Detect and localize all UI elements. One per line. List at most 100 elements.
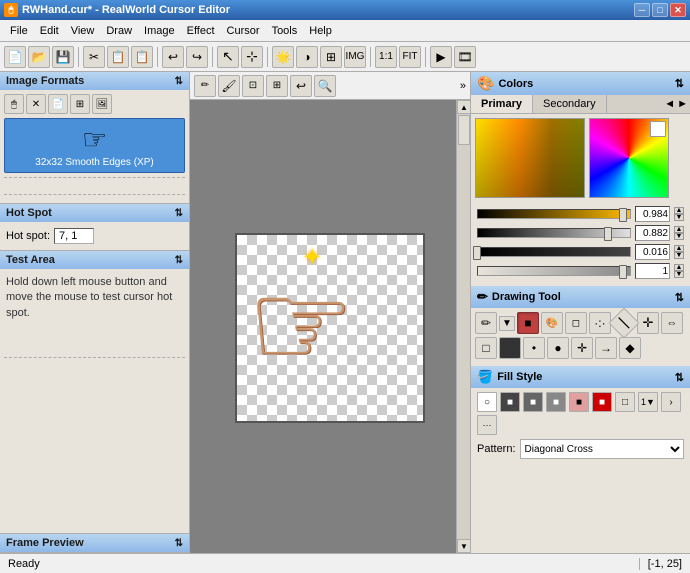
secondary-color-picker[interactable] <box>589 118 669 198</box>
scroll-up-button[interactable]: ▲ <box>457 100 470 114</box>
format-btn-3[interactable]: 📄 <box>48 94 68 114</box>
spray-tool[interactable]: ·:· <box>589 312 611 334</box>
effects-btn2[interactable]: ◑ <box>296 46 318 68</box>
primary-tab[interactable]: Primary <box>471 95 533 113</box>
draw-tool-2[interactable]: 🖌 <box>218 75 240 97</box>
toolbar-expand[interactable]: » <box>460 80 466 92</box>
green-slider-spin[interactable]: ▲ ▼ <box>674 226 684 240</box>
select-icon[interactable]: ⊹ <box>241 46 263 68</box>
alpha-slider-track[interactable] <box>477 266 631 276</box>
line-tool[interactable]: | <box>608 307 639 338</box>
fill-gray1[interactable]: ■ <box>500 392 520 412</box>
window-controls[interactable]: ─ □ ✕ <box>634 3 686 17</box>
menu-effect[interactable]: Effect <box>181 23 221 39</box>
new-button[interactable]: 📄 <box>4 46 26 68</box>
blue-slider-value[interactable]: 0.016 <box>635 244 670 260</box>
fill-style-collapse[interactable]: ⇅ <box>675 371 684 384</box>
menu-image[interactable]: Image <box>138 23 181 39</box>
red-slider-thumb[interactable] <box>619 208 627 222</box>
red-spin-down[interactable]: ▼ <box>674 214 684 221</box>
green-slider-thumb[interactable] <box>604 227 612 241</box>
alpha-slider-thumb[interactable] <box>619 265 627 279</box>
save-button[interactable]: 💾 <box>52 46 74 68</box>
color-pick-tool[interactable]: 🎨 <box>541 312 563 334</box>
menu-draw[interactable]: Draw <box>100 23 138 39</box>
draw-tool-5[interactable]: ↩ <box>290 75 312 97</box>
minimize-button[interactable]: ─ <box>634 3 650 17</box>
hot-spot-value[interactable]: 7, 1 <box>54 228 94 244</box>
circle-tool[interactable]: ● <box>547 337 569 359</box>
zoom-fit[interactable]: FIT <box>399 46 421 68</box>
eraser-tool[interactable]: ◻ <box>565 312 587 334</box>
arrow-tool[interactable]: → <box>595 337 617 359</box>
green-spin-up[interactable]: ▲ <box>674 226 684 233</box>
green-slider-value[interactable]: 0.882 <box>635 225 670 241</box>
green-spin-down[interactable]: ▼ <box>674 233 684 240</box>
format-btn-4[interactable]: ⊞ <box>70 94 90 114</box>
blue-slider-track[interactable] <box>477 247 631 257</box>
secondary-tab[interactable]: Secondary <box>533 95 607 113</box>
shape-tool[interactable]: ◆ <box>619 337 641 359</box>
canvas-scrollbar[interactable]: ▲ ▼ <box>456 100 470 553</box>
anim-btn[interactable]: ▶ <box>430 46 452 68</box>
blue-spin-down[interactable]: ▼ <box>674 252 684 259</box>
fill-outline[interactable]: □ <box>615 392 635 412</box>
cut-button[interactable]: ✂ <box>83 46 105 68</box>
format-btn-1[interactable]: 🖱 <box>4 94 24 114</box>
red-spin-up[interactable]: ▲ <box>674 207 684 214</box>
blue-spin-up[interactable]: ▲ <box>674 245 684 252</box>
menu-view[interactable]: View <box>65 23 101 39</box>
red-slider-track[interactable] <box>477 209 631 219</box>
menu-cursor[interactable]: Cursor <box>221 23 266 39</box>
effects-btn3[interactable]: ⊞ <box>320 46 342 68</box>
redo-button[interactable]: ↪ <box>186 46 208 68</box>
red-slider-spin[interactable]: ▲ ▼ <box>674 207 684 221</box>
alpha-slider-spin[interactable]: ▲ ▼ <box>674 264 684 278</box>
format-btn-2[interactable]: ✕ <box>26 94 46 114</box>
fill-none[interactable]: ○ <box>477 392 497 412</box>
anim-btn2[interactable]: 🎞 <box>454 46 476 68</box>
next-color-icon[interactable]: ► <box>677 98 688 110</box>
image-formats-collapse[interactable]: ⇅ <box>175 76 183 87</box>
zoom-icon[interactable]: 1:1 <box>375 46 397 68</box>
colors-collapse[interactable]: ⇅ <box>675 77 684 90</box>
scroll-track[interactable] <box>457 114 470 539</box>
menu-edit[interactable]: Edit <box>34 23 65 39</box>
scroll-down-button[interactable]: ▼ <box>457 539 470 553</box>
color-wheel[interactable] <box>590 119 668 197</box>
cursor-canvas[interactable]: ✦ ☞ <box>235 233 425 423</box>
draw-tool-3[interactable]: ⊡ <box>242 75 264 97</box>
copy-button[interactable]: 📋 <box>107 46 129 68</box>
draw-tool-1[interactable]: ✏ <box>194 75 216 97</box>
close-button[interactable]: ✕ <box>670 3 686 17</box>
cross-tool[interactable]: ✛ <box>571 337 593 359</box>
test-area-collapse[interactable]: ⇅ <box>175 255 183 266</box>
scroll-thumb[interactable] <box>458 115 470 145</box>
red-slider-value[interactable]: 0.984 <box>635 206 670 222</box>
fill-dots[interactable]: ··· <box>477 415 497 435</box>
menu-file[interactable]: File <box>4 23 34 39</box>
fill-pink[interactable]: ■ <box>569 392 589 412</box>
color-gradient[interactable] <box>476 119 584 197</box>
pattern-select[interactable]: Diagonal Cross Solid Horizontal Vertical… <box>520 439 684 459</box>
fill-red[interactable]: ■ <box>592 392 612 412</box>
menu-tools[interactable]: Tools <box>266 23 304 39</box>
paste-button[interactable]: 📋 <box>131 46 153 68</box>
black-square[interactable] <box>499 337 521 359</box>
open-button[interactable]: 📂 <box>28 46 50 68</box>
alpha-spin-up[interactable]: ▲ <box>674 264 684 271</box>
mirror-tool[interactable]: ⇔ <box>661 312 683 334</box>
alpha-spin-down[interactable]: ▼ <box>674 271 684 278</box>
fill-gray2[interactable]: ■ <box>523 392 543 412</box>
undo-button[interactable]: ↩ <box>162 46 184 68</box>
effects-btn4[interactable]: IMG <box>344 46 366 68</box>
primary-color-picker[interactable] <box>475 118 585 198</box>
blue-slider-thumb[interactable] <box>473 246 481 260</box>
blue-slider-spin[interactable]: ▲ ▼ <box>674 245 684 259</box>
fill-num1[interactable]: 1▼ <box>638 392 658 412</box>
dot-tool[interactable]: • <box>523 337 545 359</box>
move-tool[interactable]: ✛ <box>637 312 659 334</box>
effects-btn1[interactable]: 🌟 <box>272 46 294 68</box>
test-area-content[interactable]: Hold down left mouse button and move the… <box>0 269 189 349</box>
fill-tool[interactable]: ■ <box>517 312 539 334</box>
